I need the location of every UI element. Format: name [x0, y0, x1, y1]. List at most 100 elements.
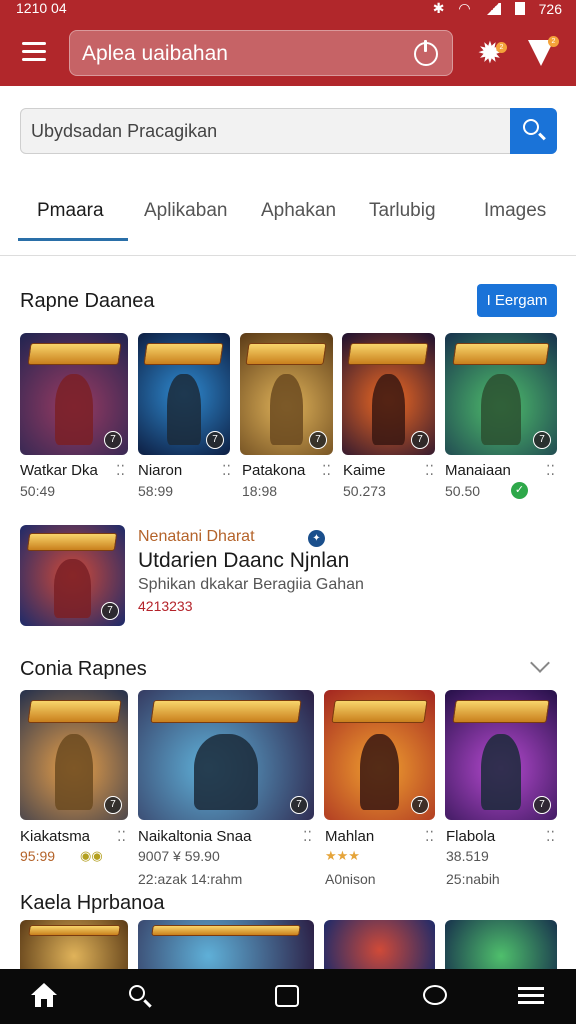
featured-title[interactable]: Utdarien Daanc Njnlan	[138, 549, 349, 573]
game-logo-image	[452, 700, 550, 724]
game-price: 50:49	[20, 483, 56, 499]
more-options-icon[interactable]: ⁚⁚	[322, 462, 331, 479]
game-price: 18:98	[242, 483, 278, 499]
game-logo-image	[452, 342, 550, 365]
home-icon[interactable]	[30, 983, 58, 1011]
age-rating-badge: 7	[104, 431, 122, 449]
search-button[interactable]	[510, 108, 557, 154]
age-rating-badge: 7	[104, 796, 122, 814]
search-placeholder: Ubydsadan Pracagikan	[31, 121, 218, 141]
game-price: 50.273	[343, 483, 386, 499]
active-tab-indicator	[18, 238, 128, 241]
more-options-icon[interactable]: ⁚⁚	[117, 828, 126, 845]
more-options-icon[interactable]: ⁚⁚	[546, 828, 555, 845]
tabs-divider	[0, 255, 576, 256]
age-rating-badge: 7	[309, 431, 327, 449]
game-logo-image	[347, 342, 430, 365]
game-tile-8[interactable]: 7	[324, 690, 435, 820]
more-options-icon[interactable]: ⁚⁚	[425, 462, 434, 479]
power-icon[interactable]	[414, 40, 438, 66]
search-bar[interactable]: Ubydsadan Pracagikan	[20, 108, 557, 154]
game-tile-9[interactable]: 7	[445, 690, 557, 820]
game-name[interactable]: Watkar Dka	[20, 462, 98, 479]
age-rating-badge: 7	[101, 602, 119, 620]
tab-aphakan[interactable]: Aphakan	[261, 200, 336, 222]
game-logo-image	[27, 924, 121, 936]
section-title-1: Rapne Daanea	[20, 290, 155, 312]
game-price: 58:99	[138, 483, 174, 499]
game-logo-image	[151, 924, 301, 936]
game-name[interactable]: Patakona	[242, 462, 305, 479]
age-rating-badge: 7	[533, 796, 551, 814]
status-time: 1210 04	[16, 0, 67, 16]
tab-images[interactable]: Images	[484, 200, 546, 222]
square-icon[interactable]	[275, 983, 303, 1011]
more-options-icon[interactable]: ⁚⁚	[425, 828, 434, 845]
hamburger-icon[interactable]	[22, 42, 46, 62]
more-options-icon[interactable]: ⁚⁚	[222, 462, 231, 479]
gear-notification-dot: 2	[496, 42, 507, 53]
age-rating-badge: 7	[411, 431, 429, 449]
search-icon[interactable]	[127, 983, 155, 1011]
game-name[interactable]: Naikaltonia Snaa	[138, 828, 251, 845]
game-tile-1[interactable]: 7	[20, 333, 128, 455]
game-tile-6[interactable]: 7	[20, 690, 128, 820]
game-price: 50.50	[445, 483, 481, 499]
featured-price: 4213233	[138, 598, 193, 614]
search-icon	[523, 119, 539, 135]
game-name[interactable]: Mahlan	[325, 828, 374, 845]
age-rating-badge: 7	[206, 431, 224, 449]
game-logo-image	[26, 700, 121, 724]
game-price: 95:99	[20, 848, 56, 864]
status-bar: 1210 04 ✱ ◠ 726	[0, 0, 576, 18]
menu-icon[interactable]	[518, 983, 546, 1011]
installed-check-icon: ✓	[511, 482, 528, 499]
game-logo-image	[245, 342, 328, 365]
section-title-3: Kaela Hprbanoa	[20, 892, 165, 914]
age-rating-badge: 7	[533, 431, 551, 449]
chevron-down-icon[interactable]	[530, 653, 550, 673]
section-title-2: Conia Rapnes	[20, 658, 147, 680]
app-screen: 1210 04 ✱ ◠ 726 Aplea uaibahan ✹ 2 2 Uby…	[0, 0, 576, 1024]
tab-aplikaban[interactable]: Aplikaban	[144, 200, 227, 222]
tab-pmaara[interactable]: Pmaara	[37, 200, 104, 222]
game-logo-image	[143, 342, 225, 365]
age-rating-badge: 7	[290, 796, 308, 814]
game-name[interactable]: Manaiaan	[445, 462, 511, 479]
game-name[interactable]: Kiakatsma	[20, 828, 90, 845]
featured-subtitle: Sphikan dkakar Beragiia Gahan	[138, 576, 364, 593]
game-name[interactable]: Niaron	[138, 462, 182, 479]
game-name[interactable]: Kaime	[343, 462, 386, 479]
battery-icon	[514, 2, 525, 15]
age-rating-badge: 7	[411, 796, 429, 814]
game-logo-image	[27, 342, 121, 365]
more-options-icon[interactable]: ⁚⁚	[546, 462, 555, 479]
app-search-field[interactable]: Aplea uaibahan	[69, 30, 453, 76]
game-name[interactable]: Flabola	[446, 828, 495, 845]
game-meta: A0nison	[325, 871, 376, 887]
game-tile-5[interactable]: 7	[445, 333, 557, 455]
more-options-icon[interactable]: ⁚⁚	[116, 462, 125, 479]
verified-icon: ✦	[308, 530, 325, 547]
more-options-icon[interactable]: ⁚⁚	[303, 828, 312, 845]
see-more-button[interactable]: I Eergam	[477, 284, 557, 317]
featured-tag: Nenatani Dharat	[138, 528, 255, 545]
star-rating: ★★★	[325, 848, 360, 863]
chat-icon[interactable]	[423, 983, 451, 1011]
bottom-navigation	[0, 969, 576, 1024]
app-search-text: Aplea uaibahan	[82, 42, 228, 65]
category-tabs: Pmaara Aplikaban Aphakan Tarlubig Images	[0, 186, 576, 242]
game-tile-3[interactable]: 7	[240, 333, 333, 455]
app-header: 1210 04 ✱ ◠ 726 Aplea uaibahan ✹ 2 2	[0, 0, 576, 86]
game-meta: 22:azak 14:rahm	[138, 871, 243, 887]
game-logo-image	[150, 700, 302, 724]
game-tile-4[interactable]: 7	[342, 333, 435, 455]
game-price: 9007 ¥ 59.90	[138, 848, 220, 864]
tab-tarlubig[interactable]: Tarlubig	[369, 200, 436, 222]
game-tile-7[interactable]: 7	[138, 690, 314, 820]
featured-game-tile[interactable]: 7	[20, 525, 125, 626]
game-logo-image	[27, 533, 118, 552]
game-tile-2[interactable]: 7	[138, 333, 230, 455]
game-meta: 25:nabih	[446, 871, 500, 887]
bluetooth-icon: ✱	[432, 0, 445, 16]
